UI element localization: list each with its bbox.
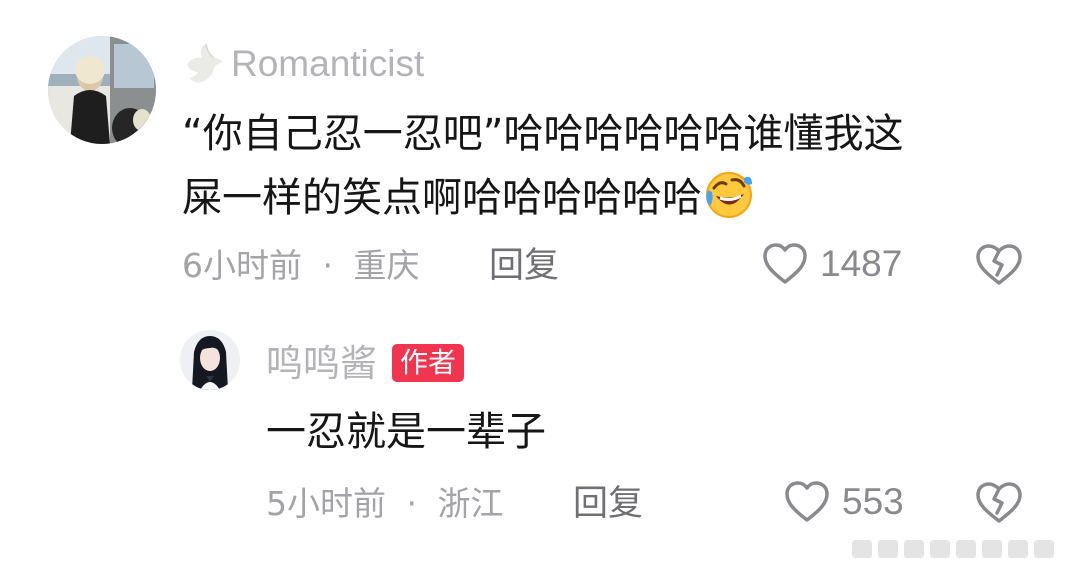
dove-icon: [187, 43, 222, 83]
reply-like-count: 553: [842, 481, 904, 522]
reply-dislike-button[interactable]: [975, 480, 1023, 526]
reply-button[interactable]: 回复: [489, 244, 559, 288]
heart-icon: [763, 243, 807, 284]
comment-text-line-1: “你自己忍一忍吧”哈哈哈哈哈哈谁懂我这: [182, 111, 904, 157]
commenter-avatar[interactable]: [48, 36, 156, 144]
comment-time: 6小时前: [182, 246, 302, 285]
rolling-on-floor-laughing-emoji: [706, 172, 752, 218]
author-badge: 作者: [392, 344, 465, 382]
comment-text: “你自己忍一忍吧”哈哈哈哈哈哈谁懂我这 屎一样的笑点啊哈哈哈哈哈哈: [182, 102, 903, 230]
dislike-button[interactable]: [975, 242, 1023, 288]
reply-text: 一忍就是一辈子: [266, 409, 546, 455]
author-username[interactable]: 鸣鸣酱: [266, 342, 377, 386]
broken-heart-icon: [976, 482, 1022, 523]
broken-heart-icon: [976, 244, 1022, 285]
reply-meta: 5小时前 · 浙江: [266, 482, 504, 526]
user-badge: [184, 42, 224, 86]
heart-icon: [785, 481, 829, 522]
watermark: [852, 534, 1072, 564]
comment-location: 重庆: [353, 246, 420, 285]
reply-to-reply-button[interactable]: 回复: [573, 482, 643, 526]
reply-time: 5小时前: [266, 484, 386, 523]
reply-location: 浙江: [437, 484, 504, 523]
comment-meta: 6小时前 · 重庆: [182, 244, 420, 288]
meta-separator: ·: [406, 484, 418, 523]
meta-separator: ·: [322, 246, 334, 285]
like-count: 1487: [820, 243, 903, 284]
commenter-username[interactable]: Romanticist: [231, 42, 424, 86]
comment-text-line-2: 屎一样的笑点啊哈哈哈哈哈哈: [182, 166, 903, 230]
author-avatar[interactable]: [180, 330, 240, 390]
